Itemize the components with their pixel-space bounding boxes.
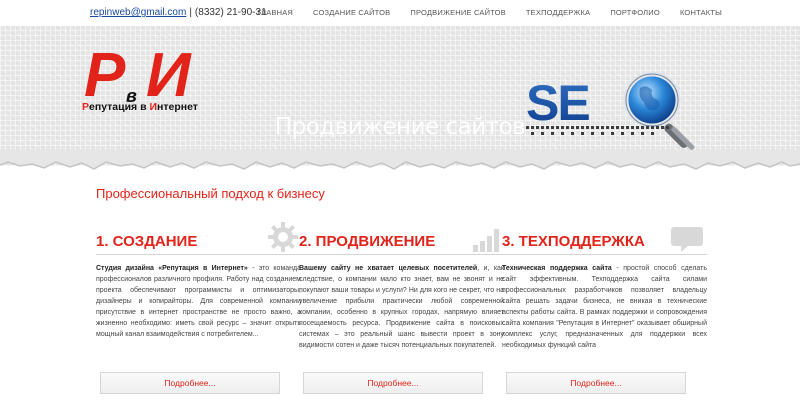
- service-column-creation: 1. СОЗДАНИЕ Студия дизайна «Репутация в …: [96, 222, 301, 340]
- contact-separator: |: [189, 7, 192, 18]
- nav-item-promotion[interactable]: ПРОДВИЖЕНИЕ САЙТОВ: [410, 8, 506, 17]
- logo-letter-i: И: [146, 42, 192, 110]
- column-text: Студия дизайна «Репутация в Интернет» - …: [96, 265, 301, 338]
- column-text: Техническая поддержка сайта - простой сп…: [502, 265, 707, 349]
- speech-bubble-icon: [671, 227, 703, 252]
- column-header: 2. ПРОДВИЖЕНИЕ: [299, 226, 504, 255]
- column-header: 1. СОЗДАНИЕ: [96, 222, 301, 255]
- top-bar: repinweb@gmail.com | (8332) 21-90-31 ГЛАВН…: [0, 0, 800, 27]
- email-link[interactable]: repinweb@gmail.com: [90, 7, 186, 18]
- more-button-creation[interactable]: Подробнее...: [100, 372, 280, 394]
- nav-item-contacts[interactable]: КОНТАКТЫ: [680, 8, 722, 17]
- logo-tagline: Репутация в Интернет: [82, 101, 198, 113]
- nav-item-home[interactable]: ГЛАВНАЯ: [257, 8, 293, 17]
- nav-item-site-creation[interactable]: СОЗДАНИЕ САЙТОВ: [313, 8, 390, 17]
- column-title: 2. ПРОДВИЖЕНИЕ: [299, 233, 436, 250]
- service-column-promotion: 2. ПРОДВИЖЕНИЕ Вашему сайту не хватает ц…: [299, 226, 504, 351]
- torn-paper-edge: [0, 150, 800, 170]
- service-column-support: 3. ТЕХПОДДЕРЖКА Техническая поддержка са…: [502, 226, 707, 351]
- nav-item-support[interactable]: ТЕХПОДДЕРЖКА: [526, 8, 590, 17]
- nav-item-portfolio[interactable]: ПОРТФОЛИО: [610, 8, 660, 17]
- section-subtitle: Профессиональный подход к бизнесу: [96, 186, 325, 201]
- column-title: 1. СОЗДАНИЕ: [96, 233, 198, 250]
- logo-letter-r: Р: [84, 42, 126, 110]
- more-button-support[interactable]: Подробнее...: [506, 372, 686, 394]
- column-text: Вашему сайту не хватает целевых посетите…: [299, 265, 504, 349]
- seo-magnifier-graphic: SE: [526, 71, 695, 150]
- column-title: 3. ТЕХПОДДЕРЖКА: [502, 233, 645, 250]
- column-header: 3. ТЕХПОДДЕРЖКА: [502, 226, 707, 255]
- gear-icon: [268, 222, 298, 252]
- more-button-promotion[interactable]: Подробнее...: [303, 372, 483, 394]
- bar-chart-icon: [473, 229, 499, 252]
- svg-text:SE: SE: [526, 75, 589, 131]
- main-nav: ГЛАВНАЯ СОЗДАНИЕ САЙТОВ ПРОДВИЖЕНИЕ САЙТ…: [237, 8, 722, 17]
